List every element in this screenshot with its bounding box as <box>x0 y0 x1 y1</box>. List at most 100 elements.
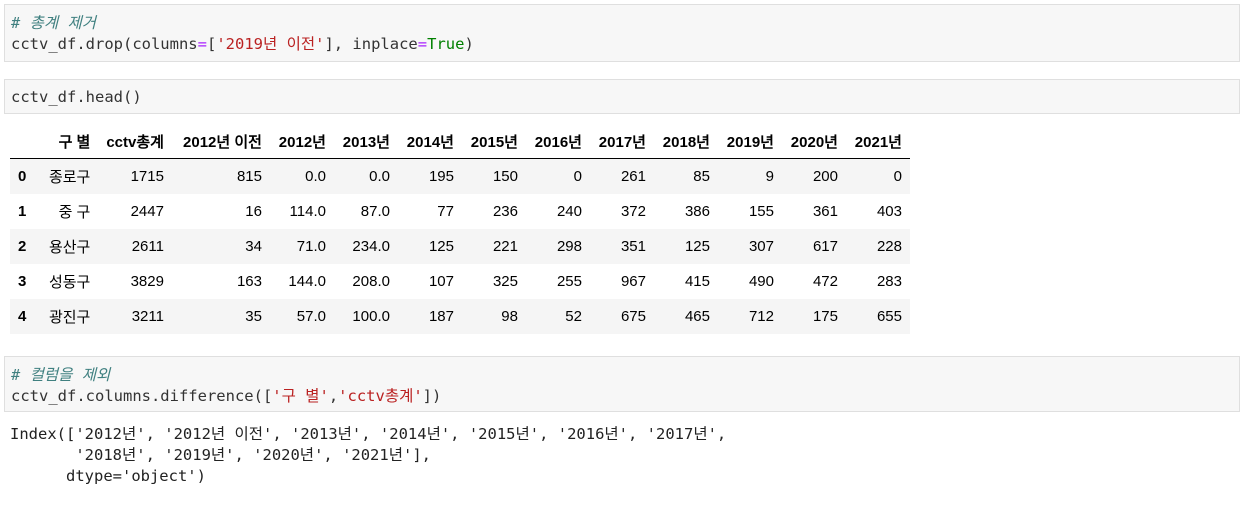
code-editor[interactable]: # 총계 제거 cctv_df.drop(columns=['2019년 이전'… <box>5 5 1239 55</box>
table-cell: 155 <box>748 203 774 220</box>
column-header: 2019년 <box>717 124 782 159</box>
table-cell: 255 <box>556 273 582 290</box>
table-cell: 675 <box>620 308 646 325</box>
code-comment: # 총계 제거 <box>11 14 97 32</box>
code-token: cctv_df.columns.difference([ <box>11 387 273 405</box>
table-cell: 221 <box>492 238 518 255</box>
column-header: 2014년 <box>397 124 462 159</box>
table-cell: 200 <box>812 168 838 185</box>
table-cell: 2611 <box>131 238 164 255</box>
table-row: 2 용산구 2611 34 71.0 234.0 125 221 298 351 125 307 617… <box>10 229 910 264</box>
row-index: 0 <box>18 168 27 185</box>
table-cell: 98 <box>501 308 518 325</box>
output-line: '2018년', '2019년', '2020년', '2021년'], <box>10 446 431 464</box>
column-header: 2013년 <box>333 124 398 159</box>
table-cell: 9 <box>765 168 774 185</box>
column-header: 2021년 <box>845 124 910 159</box>
table-cell: 52 <box>565 308 582 325</box>
table-cell: 2447 <box>130 203 164 220</box>
table-cell: 967 <box>620 273 646 290</box>
code-token: cctv_df.drop(columns <box>11 35 198 53</box>
table-cell: 성동구 <box>48 274 91 291</box>
table-cell: 195 <box>428 168 454 185</box>
table-cell: 403 <box>876 203 902 220</box>
table-cell: 100.0 <box>352 308 390 325</box>
column-header: 2012년 이전 <box>171 124 270 159</box>
table-cell: 87.0 <box>360 203 390 220</box>
code-string: '구 별' <box>272 387 329 405</box>
table-header-row: 구 별 cctv총계 2012년 이전 2012년 2013년 2014년 2015년 201… <box>10 124 910 159</box>
table-cell: 307 <box>748 238 774 255</box>
code-token: ]) <box>422 387 442 405</box>
code-string: 'cctv총계' <box>338 387 423 405</box>
table-cell: 386 <box>684 203 710 220</box>
code-cell-drop[interactable]: # 총계 제거 cctv_df.drop(columns=['2019년 이전'… <box>4 4 1240 62</box>
table-cell: 0 <box>573 168 582 185</box>
column-header: cctv총계 <box>98 124 172 159</box>
table-body: 0 종로구 1715 815 0.0 0.0 195 150 0 261 85 9 200 0 1 중 구 24… <box>10 158 910 334</box>
code-token: ], inplace <box>324 35 418 53</box>
cell-output-text: Index(['2012년', '2012년 이전', '2013년', '20… <box>10 424 726 487</box>
code-cell-difference[interactable]: # 컬럼을 제외 cctv_df.columns.difference(['구 … <box>4 356 1240 412</box>
table-cell: 261 <box>620 168 646 185</box>
row-index: 2 <box>18 238 27 255</box>
table-row: 3 성동구 3829 163 144.0 208.0 107 325 255 967 415 490 4… <box>10 264 910 299</box>
output-line: Index(['2012년', '2012년 이전', '2013년', '20… <box>10 425 727 443</box>
table-cell: 35 <box>245 308 262 325</box>
table-cell: 283 <box>876 273 902 290</box>
column-header: 2020년 <box>781 124 846 159</box>
code-comment: # 컬럼을 제외 <box>11 366 111 384</box>
dataframe-table: 구 별 cctv총계 2012년 이전 2012년 2013년 2014년 2015년 201… <box>10 124 910 334</box>
table-cell: 종로구 <box>48 169 91 186</box>
column-header: 2016년 <box>525 124 590 159</box>
code-cell-head[interactable]: cctv_df.head() <box>4 79 1240 114</box>
row-index: 3 <box>18 273 27 290</box>
column-header: 구 별 <box>34 124 99 159</box>
table-cell: 490 <box>748 273 774 290</box>
table-cell: 3829 <box>130 273 164 290</box>
table-cell: 125 <box>684 238 710 255</box>
table-cell: 3211 <box>131 308 164 325</box>
table-cell: 228 <box>876 238 902 255</box>
table-cell: 163 <box>236 273 262 290</box>
table-cell: 617 <box>812 238 838 255</box>
code-operator: = <box>417 35 428 53</box>
table-cell: 57.0 <box>296 308 326 325</box>
code-editor[interactable]: # 컬럼을 제외 cctv_df.columns.difference(['구 … <box>5 357 1239 407</box>
column-header: 2018년 <box>653 124 718 159</box>
table-cell: 125 <box>428 238 454 255</box>
table-cell: 1715 <box>130 168 164 185</box>
code-operator: = <box>197 35 207 53</box>
table-cell: 0 <box>893 168 902 185</box>
column-header: 2015년 <box>461 124 526 159</box>
table-row: 4 광진구 3211 35 57.0 100.0 187 98 52 675 465 712 175 65… <box>10 299 910 334</box>
table-cell: 187 <box>428 308 454 325</box>
table-cell: 71.0 <box>296 238 326 255</box>
row-index: 4 <box>18 308 27 325</box>
code-keyword: True <box>427 35 465 53</box>
row-index: 1 <box>18 203 27 220</box>
table-cell: 34 <box>245 238 262 255</box>
table-cell: 114.0 <box>289 203 326 220</box>
table-cell: 236 <box>492 203 518 220</box>
table-cell: 712 <box>748 308 774 325</box>
table-cell: 415 <box>684 273 710 290</box>
table-cell: 16 <box>245 203 262 220</box>
table-cell: 361 <box>812 203 838 220</box>
table-cell: 372 <box>620 203 646 220</box>
table-cell: 472 <box>812 273 838 290</box>
code-editor[interactable]: cctv_df.head() <box>5 80 1239 108</box>
code-token: [ <box>206 35 217 53</box>
table-cell: 144.0 <box>288 273 326 290</box>
table-row: 0 종로구 1715 815 0.0 0.0 195 150 0 261 85 9 200 0 <box>10 158 910 194</box>
table-cell: 150 <box>492 168 518 185</box>
table-cell: 광진구 <box>48 309 91 326</box>
table-cell: 351 <box>620 238 646 255</box>
table-cell: 77 <box>437 203 454 220</box>
table-cell: 107 <box>428 273 454 290</box>
table-cell: 240 <box>556 203 582 220</box>
table-cell: 815 <box>236 168 262 185</box>
table-cell: 325 <box>492 273 518 290</box>
column-header: 2017년 <box>589 124 654 159</box>
table-cell: 85 <box>693 168 710 185</box>
